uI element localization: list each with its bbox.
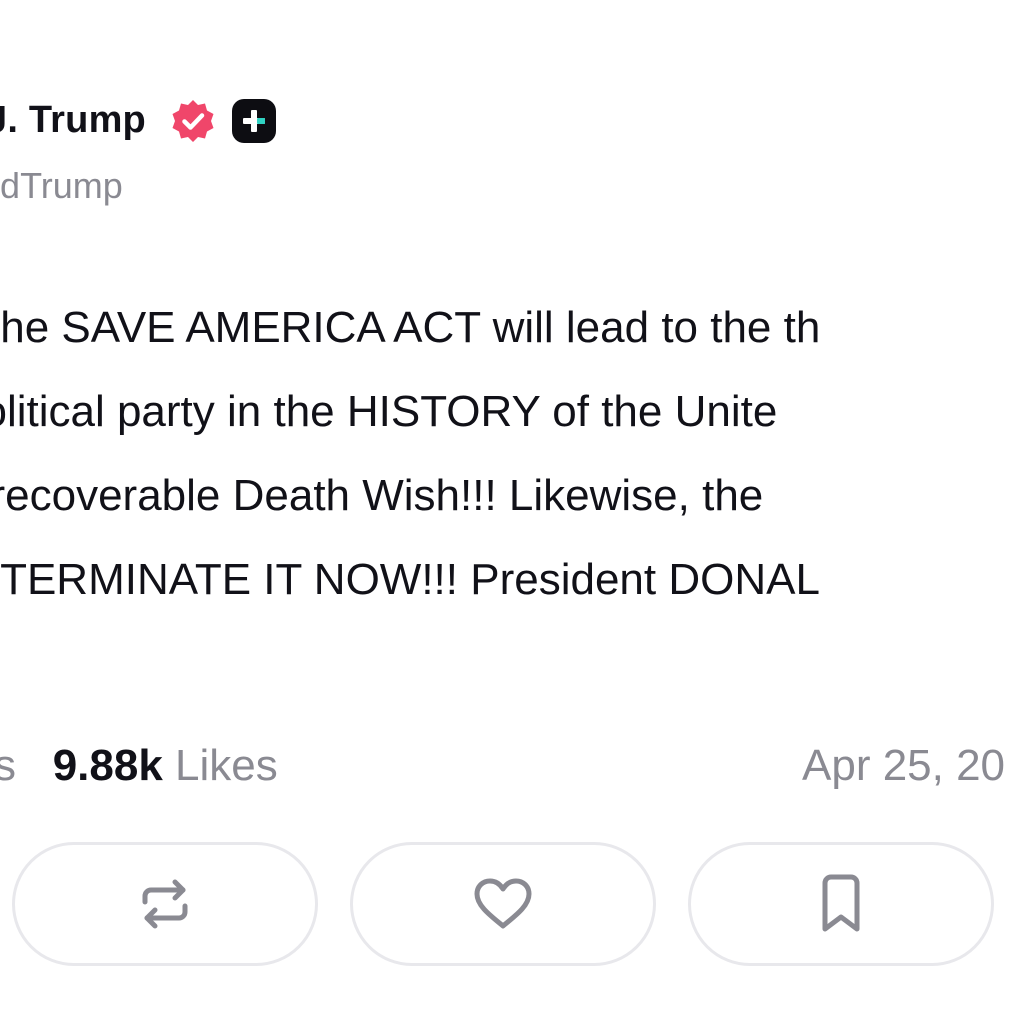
bookmark-icon	[822, 874, 860, 932]
user-handle[interactable]: naldTrump	[0, 164, 123, 208]
post-text-line: nrecoverable Death Wish!!! Likewise, the	[0, 471, 764, 520]
display-name[interactable]: J. Trump	[0, 96, 146, 144]
post-date: Apr 25, 20	[802, 741, 1006, 790]
post-text-line: - TERMINATE IT NOW!!! President DONAL	[0, 555, 820, 604]
heart-icon	[474, 878, 532, 929]
repost-button[interactable]	[12, 842, 318, 966]
post-stats: s 9.88k Likes	[0, 738, 278, 794]
plus-badge-icon	[232, 99, 276, 143]
likes-count[interactable]: 9.88k	[53, 741, 163, 790]
likes-label[interactable]: Likes	[175, 741, 278, 790]
bookmark-button[interactable]	[688, 842, 994, 966]
like-button[interactable]	[350, 842, 656, 966]
verified-badge-icon	[170, 98, 216, 144]
reposts-label[interactable]: s	[0, 741, 16, 790]
post-text-line: political party in the HISTORY of the Un…	[0, 387, 778, 436]
post-body: the SAVE AMERICA ACT will lead to the th…	[0, 296, 820, 632]
post-text-line: the SAVE AMERICA ACT will lead to the th	[0, 303, 821, 352]
repost-icon	[142, 879, 188, 929]
